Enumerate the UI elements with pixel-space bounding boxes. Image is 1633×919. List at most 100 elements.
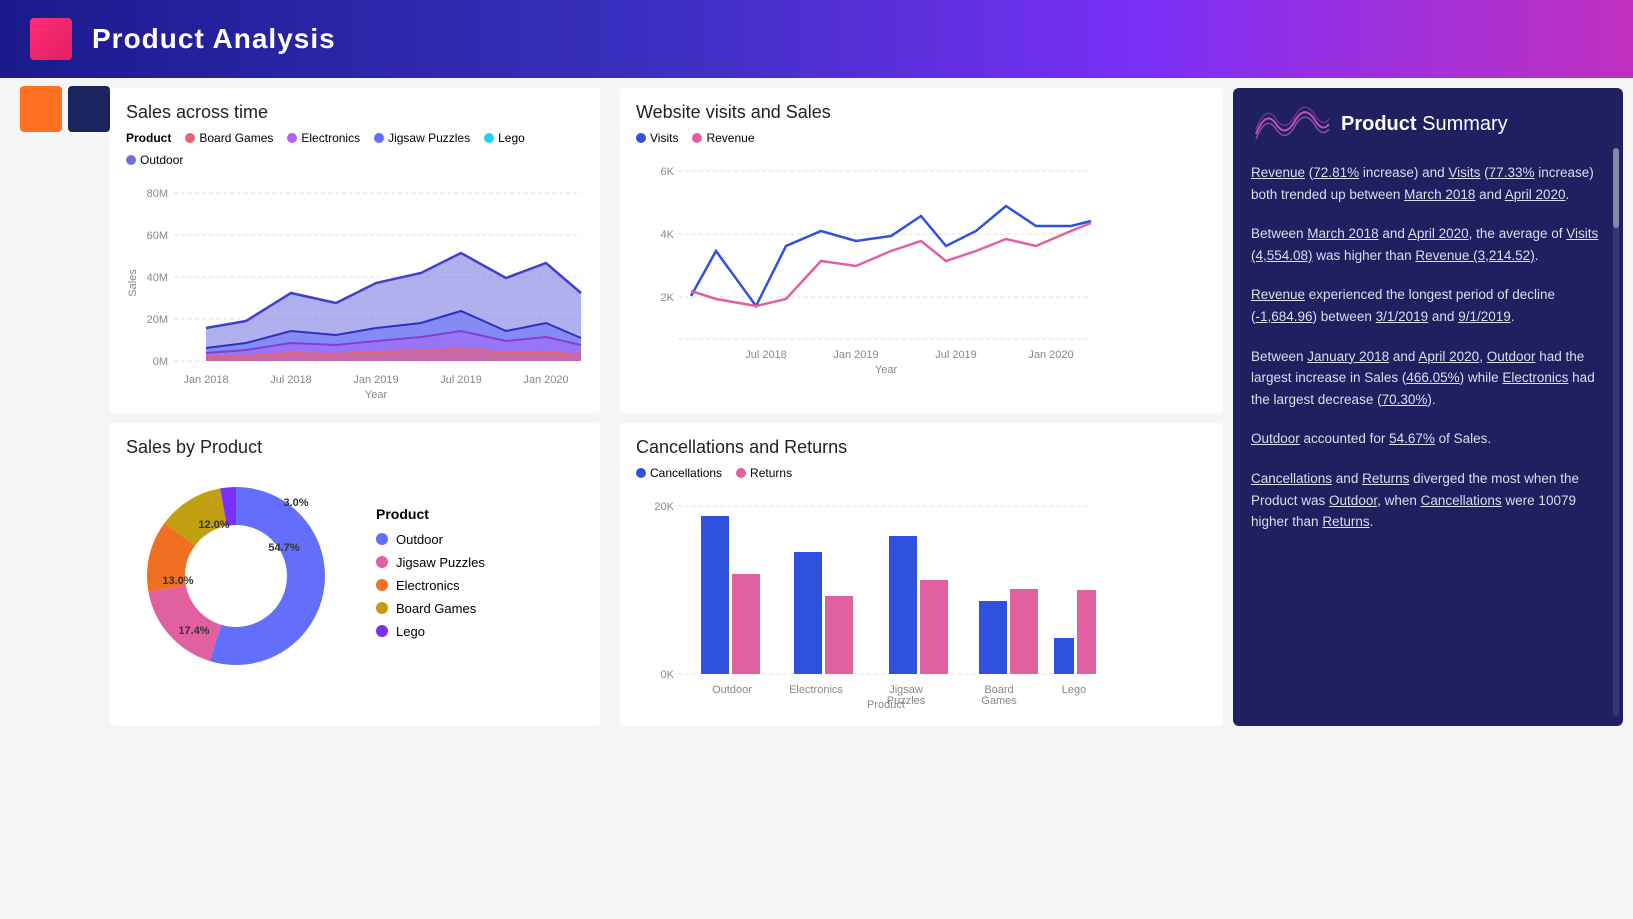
donut-legend: Product Outdoor Jigsaw Puzzles	[376, 506, 485, 647]
svg-text:Jan 2019: Jan 2019	[833, 349, 878, 361]
legend-dot-jigsaw	[374, 133, 384, 143]
sales-by-product-panel: Sales by Product	[110, 423, 600, 726]
legend-dot-electronics-donut	[376, 579, 388, 591]
website-visits-panel: Website visits and Sales Visits Revenue	[620, 88, 1223, 413]
summary-panel: Product Summary Revenue (72.81% increase…	[1233, 88, 1623, 726]
legend-label-cancel: Cancellations	[650, 466, 722, 480]
svg-text:Jul 2018: Jul 2018	[745, 349, 787, 361]
charts-row-1: Sales across time Product Board Games El…	[110, 88, 1223, 413]
bar-outdoor-cancel	[701, 516, 729, 674]
svg-text:Jul 2018: Jul 2018	[270, 374, 312, 386]
summary-p1: Revenue (72.81% increase) and Visits (77…	[1251, 162, 1605, 205]
bar-lego-return	[1077, 590, 1096, 674]
legend-label-outdoor: Outdoor	[140, 153, 183, 167]
svg-text:4K: 4K	[661, 229, 675, 241]
cancellations-title: Cancellations and Returns	[636, 437, 1207, 458]
svg-text:Games: Games	[981, 695, 1017, 707]
legend-dot-boardgames	[185, 133, 195, 143]
scrollbar-track[interactable]	[1613, 148, 1619, 716]
legend-label-jigsaw: Jigsaw Puzzles	[388, 131, 470, 145]
legend-text-jigsaw: Jigsaw Puzzles	[396, 555, 485, 570]
legend-dot-returns	[736, 468, 746, 478]
visits-chart-svg: 6K 4K 2K Jul 2018 Jan 2019 Jul 2019 Jan …	[636, 151, 1096, 381]
svg-text:Jul 2019: Jul 2019	[440, 374, 482, 386]
legend-dot-revenue	[692, 133, 702, 143]
svg-text:Year: Year	[875, 364, 898, 376]
sales-across-time-panel: Sales across time Product Board Games El…	[110, 88, 600, 413]
legend-jigsaw: Jigsaw Puzzles	[374, 131, 470, 145]
donut-container: 54.7% 17.4% 13.0% 12.0% 3.0% Product	[126, 466, 584, 686]
legend-label-lego: Lego	[498, 131, 525, 145]
legend-dot-cancel	[636, 468, 646, 478]
cancel-legend: Cancellations Returns	[636, 466, 1207, 480]
svg-text:12.0%: 12.0%	[198, 519, 229, 531]
bar-electronics-cancel	[794, 552, 822, 674]
legend-dot-boardgames-donut	[376, 602, 388, 614]
summary-wave-icon	[1251, 104, 1331, 144]
svg-text:Lego: Lego	[1062, 684, 1086, 696]
bar-boardgames-return	[1010, 589, 1038, 674]
bar-lego-cancel	[1054, 638, 1074, 674]
bar-jigsaw-cancel	[889, 536, 917, 674]
website-visits-title: Website visits and Sales	[636, 102, 1207, 123]
legend-dot-visits	[636, 133, 646, 143]
svg-text:6K: 6K	[661, 166, 675, 178]
summary-text: Revenue (72.81% increase) and Visits (77…	[1251, 162, 1605, 533]
legend-boardgames-donut: Board Games	[376, 601, 485, 616]
svg-text:Sales: Sales	[127, 269, 139, 297]
svg-text:Puzzles: Puzzles	[887, 695, 926, 707]
svg-text:0M: 0M	[153, 356, 168, 368]
svg-text:Jan 2020: Jan 2020	[1028, 349, 1073, 361]
svg-text:17.4%: 17.4%	[178, 625, 209, 637]
charts-area: Sales across time Product Board Games El…	[110, 88, 1223, 726]
legend-label-electronics: Electronics	[301, 131, 360, 145]
legend-cancellations: Cancellations	[636, 466, 722, 480]
bar-boardgames-cancel	[979, 601, 1007, 674]
legend-dot-outdoor-donut	[376, 533, 388, 545]
bar-electronics-return	[825, 596, 853, 674]
svg-text:Jul 2019: Jul 2019	[935, 349, 977, 361]
summary-title: Product Summary	[1341, 108, 1508, 140]
logo-pink	[30, 18, 72, 60]
legend-dot-electronics	[287, 133, 297, 143]
svg-text:2K: 2K	[661, 292, 675, 304]
summary-title-bold: Product	[1341, 113, 1417, 135]
svg-text:Outdoor: Outdoor	[712, 684, 752, 696]
visits-legend: Visits Revenue	[636, 131, 1207, 145]
page-title: Product Analysis	[92, 23, 336, 55]
summary-p6: Cancellations and Returns diverged the m…	[1251, 468, 1605, 533]
legend-text-electronics: Electronics	[396, 578, 460, 593]
svg-text:20M: 20M	[147, 314, 168, 326]
svg-text:3.0%: 3.0%	[283, 497, 308, 509]
sales-across-time-title: Sales across time	[126, 102, 584, 123]
sub-logo-dark	[68, 86, 110, 132]
header: Product Analysis	[0, 0, 1633, 78]
summary-p3: Revenue experienced the longest period o…	[1251, 284, 1605, 327]
bar-outdoor-return	[732, 574, 760, 674]
legend-dot-outdoor	[126, 155, 136, 165]
legend-dot-lego	[484, 133, 494, 143]
legend-outdoor: Outdoor	[126, 153, 183, 167]
svg-text:40M: 40M	[147, 272, 168, 284]
cancellations-panel: Cancellations and Returns Cancellations …	[620, 423, 1223, 726]
legend-text-outdoor: Outdoor	[396, 532, 443, 547]
svg-text:80M: 80M	[147, 188, 168, 200]
legend-dot-jigsaw-donut	[376, 556, 388, 568]
svg-text:Year: Year	[365, 389, 388, 401]
cancel-chart-svg: 20K 0K Product Outdoor Electronics	[636, 486, 1096, 716]
svg-text:Jan 2018: Jan 2018	[183, 374, 228, 386]
legend-revenue: Revenue	[692, 131, 754, 145]
donut-svg: 54.7% 17.4% 13.0% 12.0% 3.0%	[126, 466, 346, 686]
summary-p4: Between January 2018 and April 2020, Out…	[1251, 346, 1605, 411]
scrollbar-thumb[interactable]	[1613, 148, 1619, 228]
sales-chart-svg: 80M 60M 40M 20M 0M Sales Jan 2018 Jul 20…	[126, 173, 586, 403]
svg-text:13.0%: 13.0%	[162, 575, 193, 587]
charts-row-2: Sales by Product	[110, 423, 1223, 726]
svg-text:Jan 2020: Jan 2020	[523, 374, 568, 386]
legend-boardgames: Board Games	[185, 131, 273, 145]
legend-label-boardgames: Board Games	[199, 131, 273, 145]
sub-logo-orange	[20, 86, 62, 132]
legend-dot-lego-donut	[376, 625, 388, 637]
legend-lego: Lego	[484, 131, 525, 145]
svg-text:Jan 2019: Jan 2019	[353, 374, 398, 386]
